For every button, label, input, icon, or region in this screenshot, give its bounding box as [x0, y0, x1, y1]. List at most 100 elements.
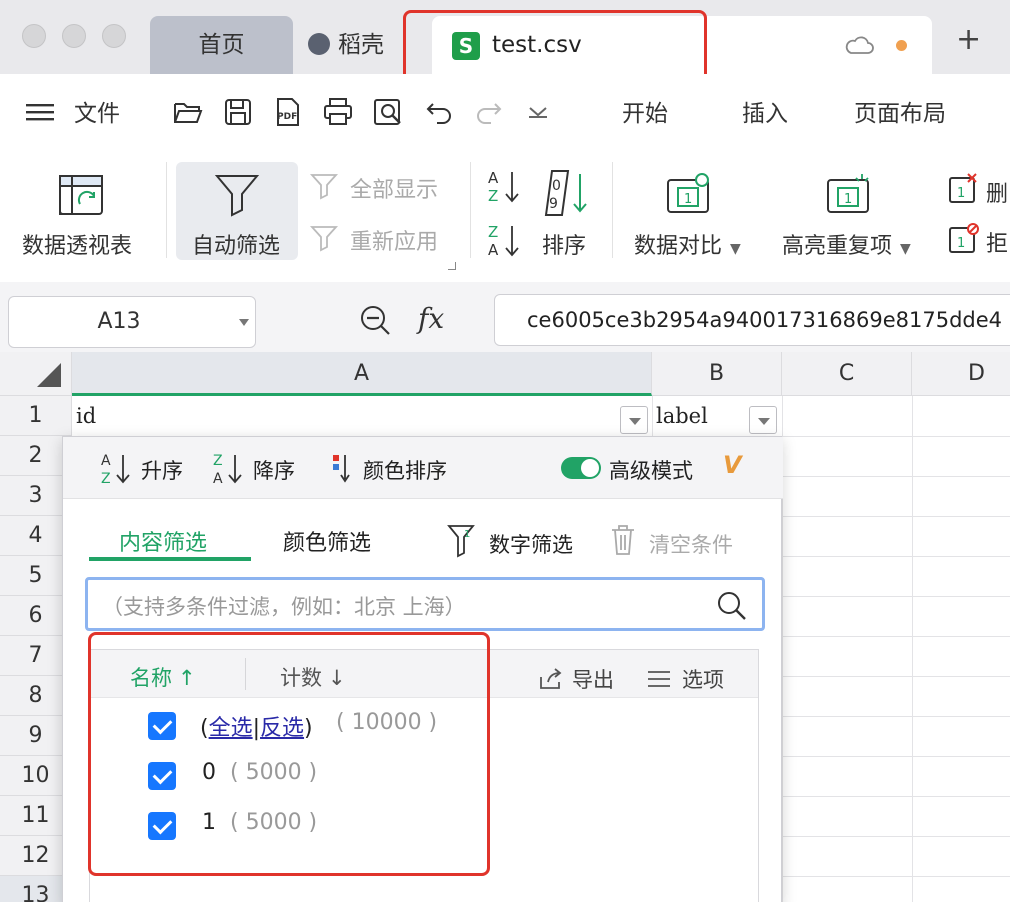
hamburger-icon[interactable] [24, 96, 56, 128]
svg-text:A: A [488, 169, 499, 187]
clear-condition-label: 清空条件 [649, 533, 733, 557]
export-label: 导出 [572, 668, 614, 692]
sort-ascending-label: 升序 [141, 459, 183, 483]
sort-ascending-icon[interactable]: AZ [486, 168, 524, 206]
menu-page-layout[interactable]: 页面布局 [854, 94, 946, 128]
name-box-value: A13 [97, 309, 141, 334]
cell-a1[interactable]: id [76, 404, 96, 428]
group-launcher-icon[interactable] [448, 262, 456, 270]
sort-icon: 09 [544, 170, 587, 216]
sort-button[interactable]: 排序 [542, 228, 586, 260]
highlight-duplicates-icon: 1 [827, 174, 869, 213]
highlight-box-tab [403, 10, 707, 84]
menu-insert[interactable]: 插入 [742, 94, 788, 128]
options-label: 选项 [682, 668, 724, 692]
svg-text:1: 1 [844, 192, 852, 207]
menu-start[interactable]: 开始 [622, 94, 668, 128]
filter-dropdown-b[interactable] [749, 406, 777, 434]
reject-duplicates-button[interactable]: 拒 [986, 226, 1008, 258]
tab-home[interactable]: 首页 [150, 16, 293, 74]
color-sort-label: 颜色排序 [363, 459, 447, 483]
sort-ascending-icon: AZ [101, 453, 130, 487]
number-filter-label: 数字筛选 [489, 533, 573, 557]
redo-icon[interactable] [472, 96, 504, 128]
filter-dropdown-a[interactable] [620, 406, 648, 434]
row-header[interactable]: 1 [0, 396, 72, 436]
delete-duplicates-button[interactable]: 删 [986, 176, 1008, 208]
tab-daoke-label: 稻壳 [338, 32, 384, 58]
reject-duplicates-icon: 1 [949, 223, 979, 253]
export-pdf-icon[interactable]: PDF [272, 96, 304, 128]
cell-b1[interactable]: label [656, 404, 708, 428]
svg-text:A: A [101, 453, 111, 469]
cloud-icon[interactable] [844, 34, 874, 56]
tab-bar: 首页 稻壳 S test.csv + [0, 0, 1010, 84]
svg-text:Z: Z [213, 453, 223, 469]
ribbon: 数据透视表 自动筛选 全部显示 重新应用 AZ ZA 09 排序 1 数据对比 … [0, 150, 1010, 270]
sort-descending-icon: ZA [213, 453, 242, 487]
column-header-b[interactable]: B [652, 352, 782, 396]
gridline [912, 396, 913, 902]
options-button[interactable]: 选项 [646, 664, 724, 694]
svg-text:1: 1 [957, 186, 965, 201]
ribbon-separator [612, 162, 613, 258]
formula-input-value: ce6005ce3b2954a940017316869e8175dde4 [527, 308, 1003, 332]
minimize-window-button[interactable] [62, 24, 86, 48]
options-icon [648, 671, 670, 687]
show-all-button[interactable]: 全部显示 [350, 172, 438, 204]
function-icon[interactable]: fx [418, 302, 444, 335]
select-all-corner[interactable] [0, 352, 72, 396]
chevron-down-icon: ▼ [730, 241, 741, 257]
column-header-a[interactable]: A [72, 352, 652, 396]
number-filter-icon: 1 [447, 525, 475, 558]
svg-text:9: 9 [549, 196, 558, 212]
ribbon-separator [470, 162, 471, 258]
column-header-c[interactable]: C [782, 352, 912, 396]
advanced-mode-toggle[interactable] [561, 457, 601, 479]
active-tab-indicator [89, 557, 251, 561]
vip-icon: V [723, 451, 742, 479]
name-box[interactable]: A13 [8, 296, 256, 348]
close-window-button[interactable] [22, 24, 46, 48]
delete-duplicates-icon: 1 [949, 173, 977, 203]
highlight-duplicates-button[interactable]: 高亮重复项 ▼ [782, 228, 911, 260]
maximize-window-button[interactable] [102, 24, 126, 48]
chevron-down-icon: ▼ [900, 241, 911, 257]
export-icon [540, 668, 562, 689]
print-preview-icon[interactable] [372, 96, 404, 128]
chevron-down-icon[interactable] [239, 319, 249, 326]
undo-icon[interactable] [424, 96, 456, 128]
svg-text:Z: Z [101, 471, 111, 487]
tab-content-filter[interactable]: 内容筛选 [119, 525, 207, 557]
daoke-icon [308, 32, 330, 55]
svg-text:A: A [213, 471, 223, 487]
chevron-down-icon[interactable] [524, 96, 556, 128]
open-folder-icon[interactable] [172, 96, 204, 128]
tab-color-filter[interactable]: 颜色筛选 [283, 525, 371, 557]
save-icon[interactable] [222, 96, 254, 128]
column-header-d[interactable]: D [912, 352, 1010, 396]
export-button[interactable]: 导出 [538, 664, 614, 694]
formula-input[interactable]: ce6005ce3b2954a940017316869e8175dde4 [494, 294, 1010, 346]
reapply-button[interactable]: 重新应用 [350, 224, 438, 256]
pivot-table-label: 数据透视表 [22, 234, 133, 259]
zoom-out-icon[interactable] [358, 304, 394, 338]
filter-icon [214, 175, 260, 217]
svg-text:1: 1 [684, 192, 692, 207]
search-icon[interactable] [716, 590, 748, 622]
filter-search-input[interactable]: （支持多条件过滤，例如：北京 上海） [85, 577, 765, 631]
color-sort-icon [333, 455, 350, 483]
svg-text:Z: Z [488, 187, 498, 205]
sort-descending-icon[interactable]: ZA [486, 222, 524, 260]
new-tab-button[interactable]: + [956, 22, 981, 57]
filter-popup-toolbar: AZ 升序 ZA 降序 颜色排序 高级模式 V [63, 437, 783, 499]
pivot-table-icon [59, 175, 103, 215]
highlight-duplicates-label: 高亮重复项 [782, 234, 893, 259]
print-icon[interactable] [322, 96, 354, 128]
search-placeholder: （支持多条件过滤，例如：北京 上海） [102, 595, 466, 619]
svg-text:1: 1 [957, 236, 965, 251]
svg-text:Z: Z [488, 223, 498, 241]
data-compare-button[interactable]: 数据对比 ▼ [634, 228, 741, 260]
tab-daoke[interactable]: 稻壳 [308, 16, 384, 74]
menu-file[interactable]: 文件 [74, 94, 120, 128]
